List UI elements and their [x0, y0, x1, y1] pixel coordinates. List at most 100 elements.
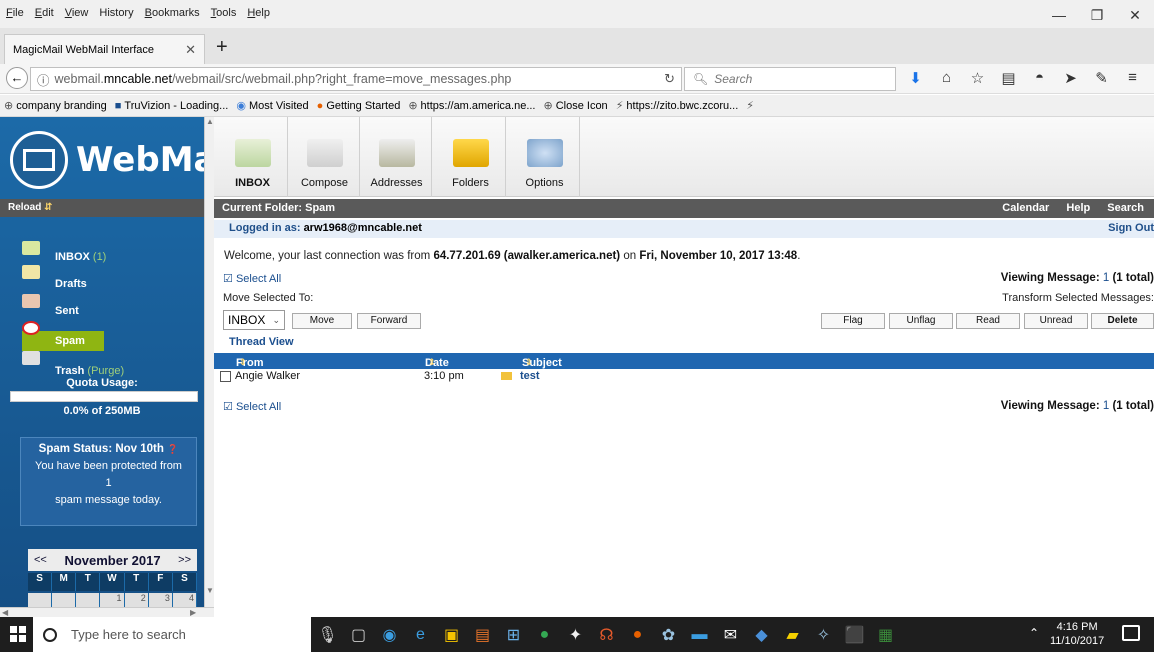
folder-inbox[interactable]: INBOX (1) [22, 241, 106, 263]
sticky-notes-icon[interactable]: ▰ [777, 623, 808, 647]
scroll-down-icon[interactable]: ▼ [206, 586, 214, 595]
bookmark-item[interactable]: ⊕ company branding [4, 99, 107, 113]
bookmark-star-icon[interactable]: ☆ [962, 69, 993, 87]
search-input[interactable]: 🔍︎ Search [684, 67, 896, 91]
task-view-icon[interactable]: ▢ [343, 623, 374, 647]
thread-view-link[interactable]: Thread View [229, 336, 294, 348]
firefox-icon[interactable]: ● [622, 623, 653, 647]
flag-button[interactable]: Flag [821, 313, 885, 329]
help-icon[interactable]: ❓ [167, 444, 178, 454]
send-icon[interactable]: ➤ [1055, 69, 1086, 87]
message-row[interactable]: Angie Walker 3:10 pm test [214, 369, 1154, 384]
menu-tools[interactable]: Tools [205, 0, 242, 19]
notification-icon[interactable] [1122, 625, 1140, 641]
office-icon[interactable]: ▤ [467, 623, 498, 647]
purge-link[interactable]: (Purge) [87, 365, 124, 377]
calendar-next-button[interactable]: >> [178, 554, 191, 566]
app-icon-4[interactable]: ◆ [746, 623, 777, 647]
menu-file[interactable]: File [0, 0, 29, 19]
tray-caret-icon[interactable]: ⌃ [1029, 626, 1039, 640]
folder-sent[interactable]: Sent [22, 294, 79, 317]
new-tab-button[interactable]: + [216, 36, 228, 59]
hamburger-menu-icon[interactable]: ≡ [1117, 69, 1148, 87]
menu-edit[interactable]: Edit [29, 0, 59, 19]
info-icon[interactable]: ⓘ [37, 70, 50, 89]
viewing-number[interactable]: 1 [1103, 400, 1109, 412]
tab-magicmail[interactable]: MagicMail WebMail Interface ✕ [4, 34, 205, 64]
home-icon[interactable]: ⌂ [931, 69, 962, 87]
search-link[interactable]: Search [1107, 202, 1144, 214]
app-icon-6[interactable]: ▦ [870, 623, 901, 647]
bookmark-item[interactable]: ◉ Most Visited [236, 99, 308, 113]
toolbar-folders-button[interactable]: Folders [436, 117, 506, 197]
scroll-left-icon[interactable]: ◀ [2, 608, 8, 617]
menu-help[interactable]: Help [241, 0, 275, 19]
download-icon[interactable]: ⬇ [900, 69, 931, 87]
viewing-number[interactable]: 1 [1103, 272, 1109, 284]
folder-spam[interactable]: Spam [22, 321, 85, 347]
file-explorer-icon[interactable]: ▬ [684, 623, 715, 647]
sidebar-horizontal-scrollbar[interactable]: ◀ ▶ [0, 607, 214, 617]
calendar-link[interactable]: Calendar [1002, 202, 1049, 214]
select-all-top[interactable]: ☑ Select All [223, 272, 281, 285]
help-link[interactable]: Help [1066, 202, 1090, 214]
pulse-bookmark[interactable]: ⚡ [746, 99, 757, 112]
microphone-icon[interactable]: 🎙︎ [312, 623, 343, 647]
unread-button[interactable]: Unread [1024, 313, 1088, 329]
scroll-up-icon[interactable]: ▲ [206, 117, 214, 126]
message-subject[interactable]: test [520, 370, 540, 382]
extension-icon[interactable]: ✎ [1086, 69, 1117, 87]
app-icon-2[interactable]: ☊ [591, 623, 622, 647]
chrome-icon[interactable]: ● [529, 623, 560, 647]
windows-start-icon[interactable] [10, 626, 26, 642]
folder-trash[interactable]: Trash (Purge) [22, 351, 124, 377]
toolbar-inbox-button[interactable]: INBOX [218, 117, 288, 197]
close-window-button[interactable]: ✕ [1116, 0, 1154, 30]
app-icon[interactable]: ✦ [560, 623, 591, 647]
taskbar-clock[interactable]: 4:16 PM 11/10/2017 [1050, 620, 1104, 648]
menu-history[interactable]: History [93, 0, 138, 19]
edge-icon[interactable]: e [405, 623, 436, 647]
tab-close-icon[interactable]: ✕ [185, 42, 196, 58]
calendar-day[interactable]: 2 [124, 593, 149, 607]
reload-icon[interactable]: ↻ [664, 71, 675, 87]
unflag-button[interactable]: Unflag [889, 313, 953, 329]
browser-icon[interactable]: ◉ [374, 623, 405, 647]
app-icon-5[interactable]: ✧ [808, 623, 839, 647]
forward-button[interactable]: Forward [357, 313, 421, 329]
mail-icon[interactable]: ✉ [715, 623, 746, 647]
network-icon[interactable]: ⊞ [498, 623, 529, 647]
back-arrow-icon[interactable]: ← [6, 67, 28, 89]
move-button[interactable]: Move [292, 313, 352, 329]
menu-view[interactable]: View [59, 0, 94, 19]
calendar-prev-button[interactable]: << [34, 554, 47, 566]
reload-link[interactable]: Reload ⇵ [0, 199, 204, 217]
bookmark-item[interactable]: ■ TruVizion - Loading... [115, 100, 229, 112]
sidebar-vertical-scrollbar[interactable]: ▲ ▼ [204, 117, 214, 607]
bookmark-item[interactable]: ⊕ Close Icon [543, 99, 607, 113]
read-button[interactable]: Read [956, 313, 1020, 329]
app-icon-3[interactable]: ✿ [653, 623, 684, 647]
pocket-icon[interactable]: ◓ [1024, 69, 1055, 87]
pdf-icon[interactable]: ⬛ [839, 623, 870, 647]
url-bar[interactable]: ⓘ webmail. mncable.net/webmail/src/webmai… [30, 67, 682, 91]
toolbar-addresses-button[interactable]: Addresses [362, 117, 432, 197]
minimize-button[interactable]: — [1040, 0, 1078, 30]
toolbar-compose-button[interactable]: Compose [290, 117, 360, 197]
toolbar-options-button[interactable]: Options [510, 117, 580, 197]
store-icon[interactable]: ▣ [436, 623, 467, 647]
select-all-bottom[interactable]: ☑ Select All [223, 400, 281, 413]
bookmark-item[interactable]: ● Getting Started [317, 100, 401, 112]
calendar-day[interactable]: 4 [172, 593, 197, 607]
library-icon[interactable]: ▤ [993, 69, 1024, 87]
restore-button[interactable]: ❐ [1078, 0, 1116, 30]
calendar-day[interactable]: 3 [148, 593, 173, 607]
scroll-right-icon[interactable]: ▶ [190, 608, 196, 617]
taskbar-search-input[interactable]: Type here to search [33, 617, 311, 652]
delete-button[interactable]: Delete [1091, 313, 1154, 329]
folder-drafts[interactable]: Drafts [22, 265, 87, 290]
calendar-day[interactable]: 1 [100, 593, 125, 607]
bookmark-item[interactable]: ⚡ https://zito.bwc.zcoru... [616, 99, 739, 113]
bookmark-item[interactable]: ⊕ https://am.america.ne... [408, 99, 535, 113]
sign-out-link[interactable]: Sign Out [1108, 222, 1154, 234]
